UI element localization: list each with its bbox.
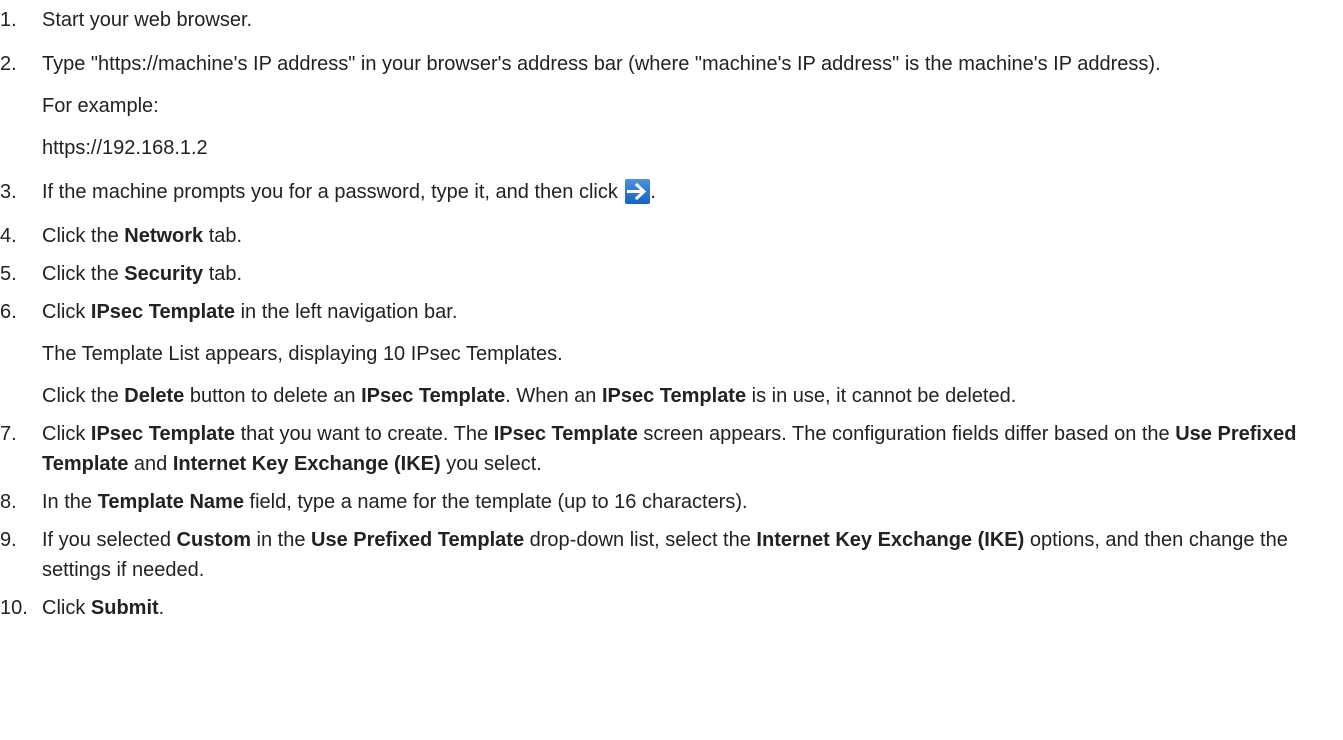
step-text: Start your web browser. (42, 9, 253, 31)
ui-term: Internet Key Exchange (IKE) (756, 529, 1025, 551)
text-part: and (128, 453, 173, 475)
ui-term: Submit (90, 597, 159, 619)
ui-term: IPsec Template (90, 423, 236, 445)
step-number: 5. (0, 263, 17, 285)
step-1: 1. Start your web browser. (0, 5, 1343, 35)
step-text: In the Template Name field, type a name … (42, 487, 1323, 517)
step-number: 9. (0, 529, 17, 551)
step-text: Click IPsec Template that you want to cr… (42, 419, 1323, 479)
step-number: 4. (0, 225, 17, 247)
example-label: For example: (42, 95, 159, 117)
step-number: 7. (0, 423, 17, 445)
ui-term: Use Prefixed Template (311, 529, 525, 551)
text-part: Click the (42, 385, 125, 407)
text-part: in the left navigation bar. (235, 301, 458, 323)
example-url: https://192.168.1.2 (42, 137, 208, 159)
text-part: Click (42, 597, 91, 619)
step-9: 9. If you selected Custom in the Use Pre… (0, 525, 1343, 585)
ui-term: IPsec Template (493, 423, 638, 445)
text-part: . (158, 597, 165, 619)
step-text: Click the Network tab. (42, 221, 1323, 251)
ui-term: Network (124, 225, 204, 247)
step-4: 4. Click the Network tab. (0, 221, 1343, 251)
step-8: 8. In the Template Name field, type a na… (0, 487, 1343, 517)
step-text-end: . (650, 181, 656, 203)
step-number: 10. (0, 597, 28, 619)
text-part: screen appears. The configuration fields… (637, 423, 1176, 445)
ui-term: Delete (124, 385, 185, 407)
step-number: 3. (0, 181, 17, 203)
text-part: you select. (440, 453, 542, 475)
text-part: in the (250, 529, 312, 551)
text-part: tab. (203, 263, 243, 285)
text-part: Click (42, 423, 91, 445)
step-note: Click the Delete button to delete an IPs… (42, 381, 1323, 411)
step-text: Type "https://machine's IP address" in y… (42, 53, 1161, 75)
step-6: 6. Click IPsec Template in the left navi… (0, 297, 1343, 411)
step-number: 6. (0, 301, 17, 323)
text-part: tab. (203, 225, 243, 247)
text-part: In the (42, 491, 98, 513)
step-number: 1. (0, 9, 17, 31)
text-part: If you selected (42, 529, 177, 551)
text-part: Click the (42, 263, 125, 285)
step-text-part: If the machine prompts you for a passwor… (42, 181, 624, 203)
text-part: that you want to create. The (235, 423, 494, 445)
step-5: 5. Click the Security tab. (0, 259, 1343, 289)
step-text: Click the Security tab. (42, 259, 1323, 289)
text-part: . When an (505, 385, 602, 407)
step-text: If you selected Custom in the Use Prefix… (42, 525, 1323, 585)
ui-term: Internet Key Exchange (IKE) (172, 453, 441, 475)
step-number: 2. (0, 53, 17, 75)
ui-term: IPsec Template (90, 301, 236, 323)
step-number: 8. (0, 491, 17, 513)
step-7: 7. Click IPsec Template that you want to… (0, 419, 1343, 479)
ui-term: Custom (176, 529, 251, 551)
ui-term: Security (124, 263, 204, 285)
step-10: 10. Click Submit. (0, 593, 1343, 623)
step-2: 2. Type "https://machine's IP address" i… (0, 49, 1343, 163)
text-part: drop-down list, select the (524, 529, 757, 551)
text-part: button to delete an (184, 385, 362, 407)
step-note: The Template List appears, displaying 10… (42, 343, 563, 365)
step-text: Click Submit. (42, 593, 1323, 623)
text-part: Click (42, 301, 91, 323)
instruction-document: 1. Start your web browser. 2. Type "http… (0, 0, 1343, 623)
ui-term: Template Name (97, 491, 244, 513)
step-3: 3. If the machine prompts you for a pass… (0, 177, 1343, 207)
step-text: If the machine prompts you for a passwor… (42, 177, 1323, 207)
arrow-right-icon (625, 179, 651, 204)
step-text: Click IPsec Template in the left navigat… (42, 297, 1323, 327)
text-part: is in use, it cannot be deleted. (746, 385, 1017, 407)
text-part: field, type a name for the template (up … (243, 491, 748, 513)
ui-term: IPsec Template (361, 385, 506, 407)
ui-term: IPsec Template (601, 385, 747, 407)
text-part: Click the (42, 225, 125, 247)
